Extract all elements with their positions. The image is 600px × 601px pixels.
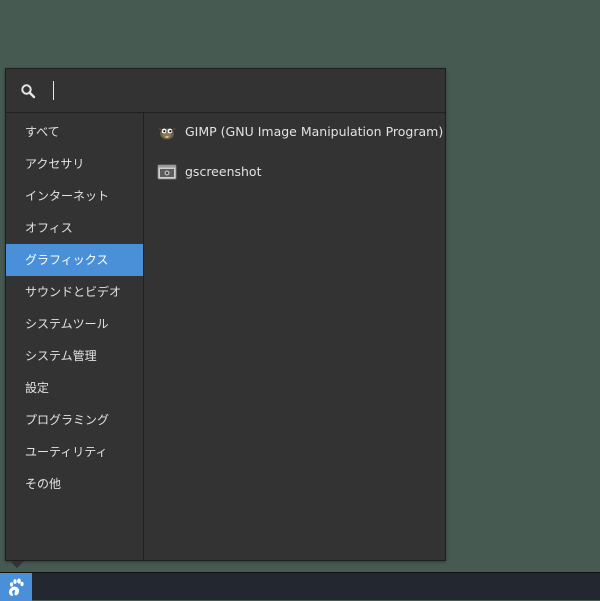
category-programming[interactable]: プログラミング bbox=[6, 404, 143, 436]
category-settings[interactable]: 設定 bbox=[6, 372, 143, 404]
category-office[interactable]: オフィス bbox=[6, 212, 143, 244]
text-caret bbox=[53, 81, 54, 100]
app-label-gimp: GIMP (GNU Image Manipulation Program) bbox=[185, 124, 444, 139]
category-system-tools[interactable]: システムツール bbox=[6, 308, 143, 340]
search-icon bbox=[21, 84, 36, 99]
category-internet[interactable]: インターネット bbox=[6, 180, 143, 212]
application-menu: すべて アクセサリ インターネット オフィス グラフィックス サウンドとビデオ … bbox=[5, 68, 446, 561]
menu-pointer-arrow bbox=[10, 561, 24, 568]
gimp-icon bbox=[158, 127, 176, 140]
search-input[interactable] bbox=[46, 77, 426, 105]
category-utilities[interactable]: ユーティリティ bbox=[6, 436, 143, 468]
category-administration[interactable]: システム管理 bbox=[6, 340, 143, 372]
app-item-gimp[interactable]: GIMP (GNU Image Manipulation Program) bbox=[145, 116, 445, 156]
category-other[interactable]: その他 bbox=[6, 468, 143, 500]
start-menu-button[interactable] bbox=[0, 573, 32, 601]
category-sound-video[interactable]: サウンドとビデオ bbox=[6, 276, 143, 308]
category-accessories[interactable]: アクセサリ bbox=[6, 148, 143, 180]
gscreenshot-icon bbox=[157, 164, 177, 180]
app-label-gscreenshot: gscreenshot bbox=[185, 164, 262, 179]
category-graphics[interactable]: グラフィックス bbox=[6, 244, 143, 276]
category-sidebar: すべて アクセサリ インターネット オフィス グラフィックス サウンドとビデオ … bbox=[6, 113, 144, 560]
app-item-gscreenshot[interactable]: gscreenshot bbox=[145, 156, 445, 196]
app-list: GIMP (GNU Image Manipulation Program) gs… bbox=[145, 113, 445, 563]
gnome-foot-icon bbox=[9, 578, 24, 596]
category-all[interactable]: すべて bbox=[6, 116, 143, 148]
search-bar bbox=[6, 69, 445, 113]
taskbar bbox=[0, 572, 600, 601]
